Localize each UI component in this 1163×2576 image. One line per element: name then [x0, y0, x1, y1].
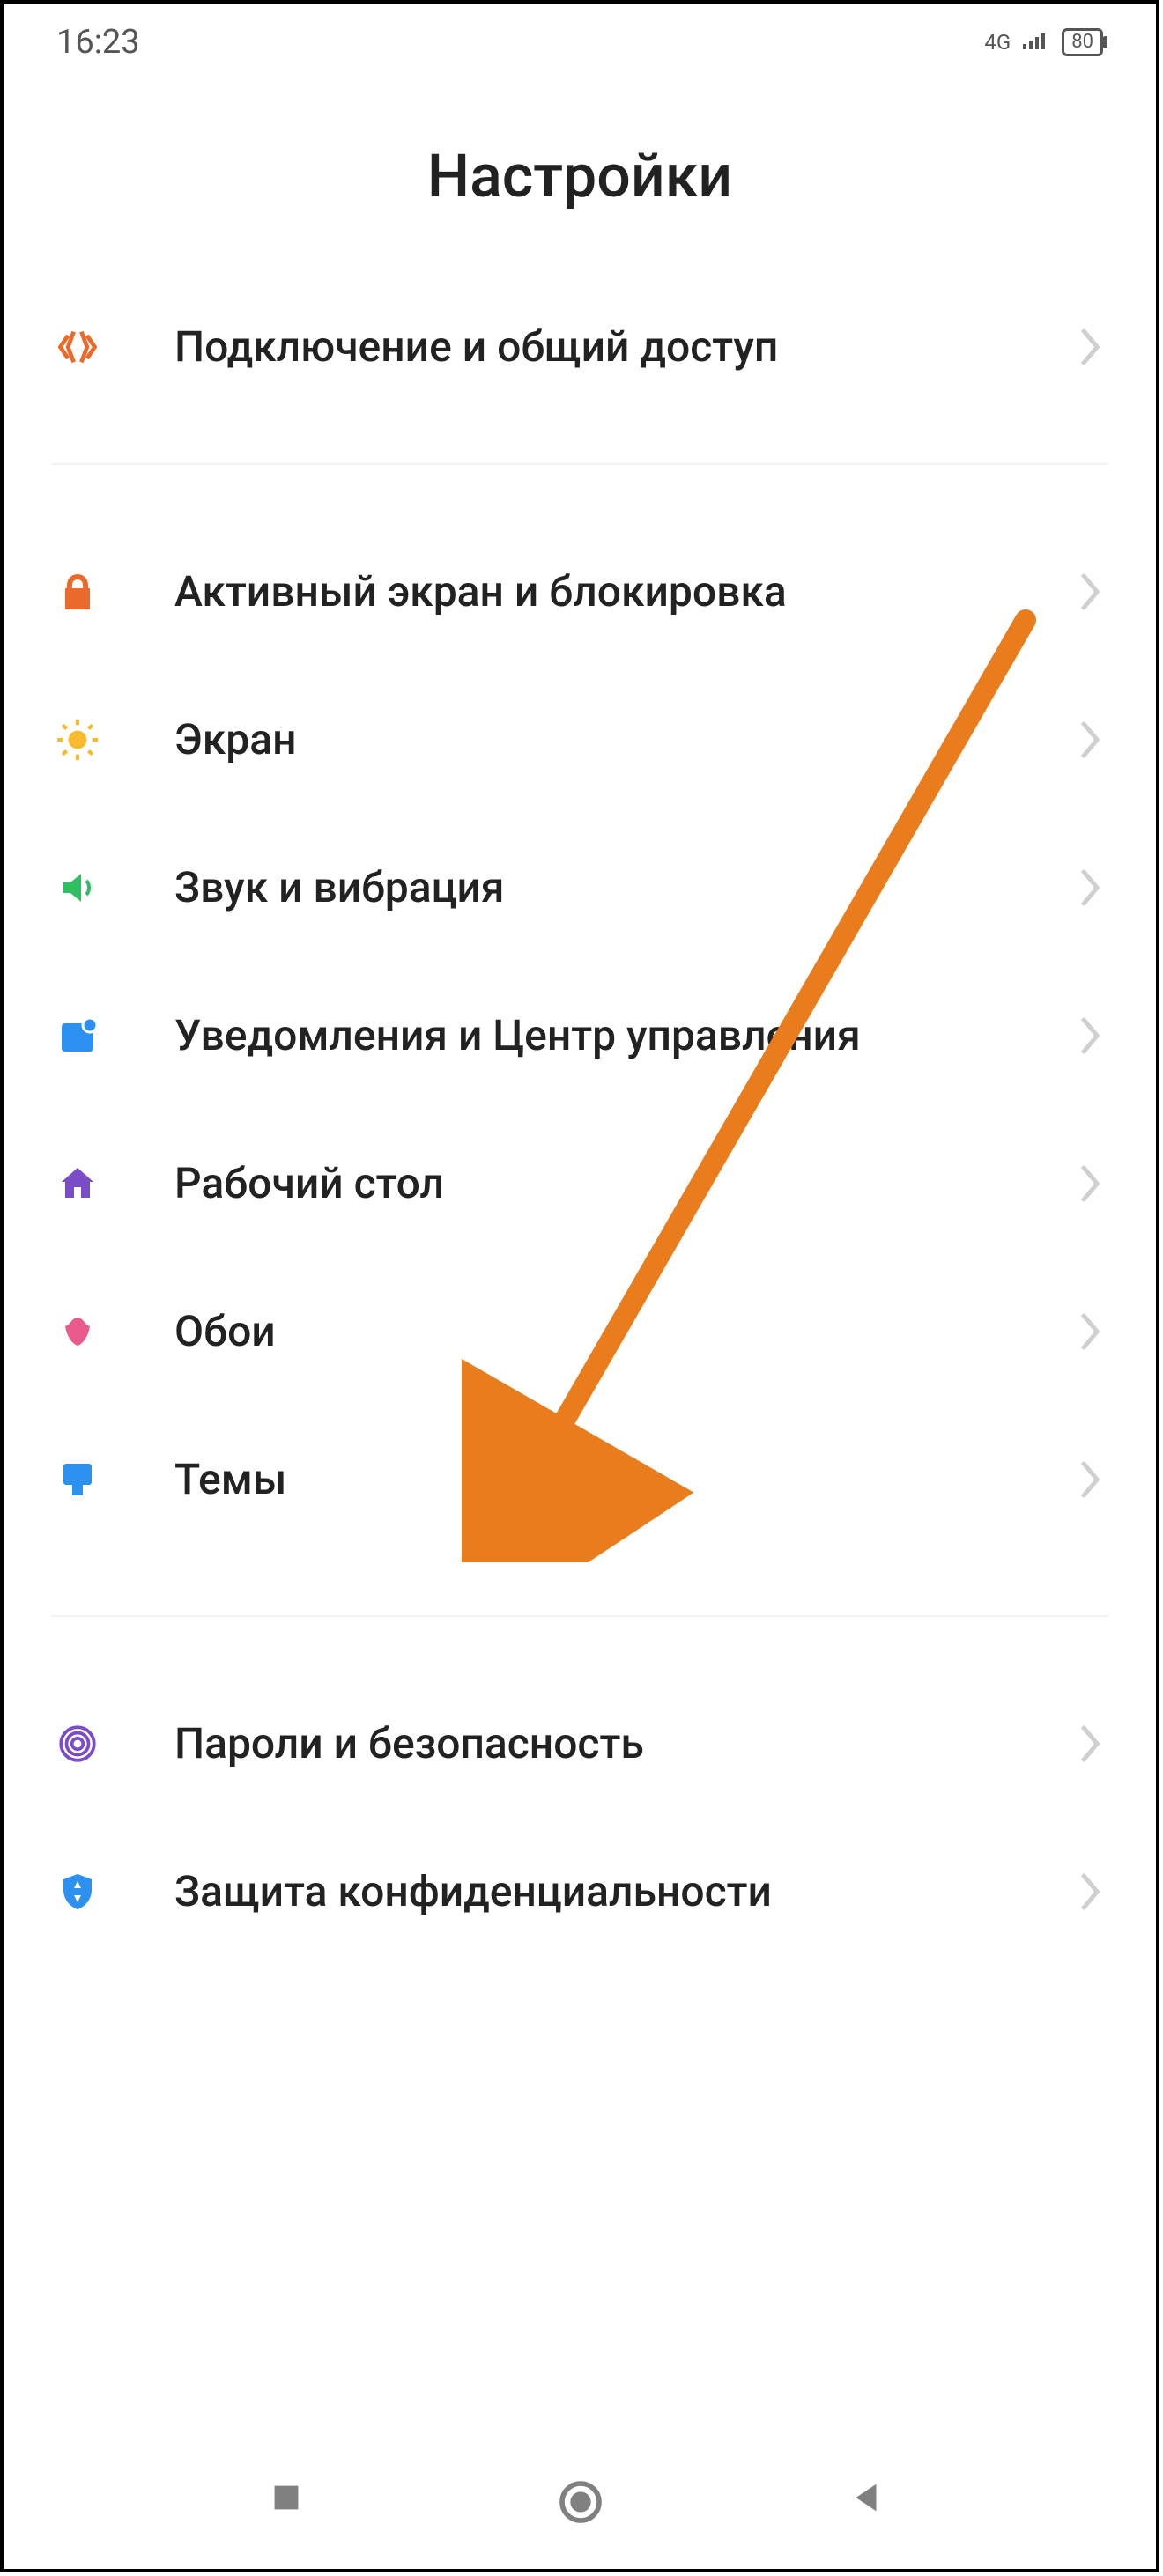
row-home-screen[interactable]: Рабочий стол	[51, 1110, 1108, 1258]
row-label: Уведомления и Центр управления	[174, 1009, 1077, 1062]
shield-icon	[51, 1865, 104, 1918]
row-label: Обои	[174, 1305, 1077, 1358]
home-icon	[51, 1157, 104, 1210]
chevron-right-icon	[1077, 1459, 1108, 1500]
signal-icon	[1023, 30, 1049, 55]
row-security[interactable]: Пароли и безопасность	[51, 1670, 1108, 1818]
row-wallpaper[interactable]: Обои	[51, 1258, 1108, 1406]
row-privacy[interactable]: Защита конфиденциальности	[51, 1818, 1108, 1966]
theme-icon	[51, 1453, 104, 1506]
row-notifications[interactable]: Уведомления и Центр управления	[51, 962, 1108, 1110]
nav-home-button[interactable]	[556, 2477, 604, 2525]
android-navbar	[4, 2451, 1156, 2551]
chevron-right-icon	[1077, 1311, 1108, 1352]
wallpaper-icon	[51, 1305, 104, 1358]
battery-indicator: 80	[1062, 28, 1103, 56]
row-label: Темы	[174, 1453, 1077, 1506]
row-themes[interactable]: Темы	[51, 1406, 1108, 1554]
nav-recent-button[interactable]	[266, 2477, 314, 2525]
network-indicator: 4G	[984, 30, 1011, 55]
sound-icon	[51, 861, 104, 914]
chevron-right-icon	[1077, 1871, 1108, 1912]
row-label: Рабочий стол	[174, 1157, 1077, 1210]
row-sound[interactable]: Звук и вибрация	[51, 814, 1108, 962]
row-label: Активный экран и блокировка	[174, 565, 1077, 618]
row-display[interactable]: Экран	[51, 666, 1108, 814]
status-time: 16:23	[56, 23, 140, 62]
chevron-right-icon	[1077, 720, 1108, 760]
chevron-right-icon	[1077, 1723, 1108, 1764]
lock-icon	[51, 565, 104, 618]
status-bar: 16:23 4G 80	[4, 4, 1156, 62]
divider	[51, 463, 1108, 465]
chevron-right-icon	[1077, 1015, 1108, 1056]
brightness-icon	[51, 713, 104, 766]
page-title: Настройки	[4, 141, 1156, 211]
row-connection-sharing[interactable]: Подключение и общий доступ	[51, 273, 1108, 421]
chevron-right-icon	[1077, 1163, 1108, 1204]
row-label: Экран	[174, 713, 1077, 766]
divider	[51, 1615, 1108, 1617]
share-icon	[51, 321, 104, 373]
chevron-right-icon	[1077, 327, 1108, 367]
chevron-right-icon	[1077, 867, 1108, 908]
row-lockscreen[interactable]: Активный экран и блокировка	[51, 518, 1108, 666]
row-label: Звук и вибрация	[174, 861, 1077, 914]
fingerprint-icon	[51, 1717, 104, 1770]
row-label: Подключение и общий доступ	[174, 321, 1077, 373]
row-label: Пароли и безопасность	[174, 1717, 1077, 1770]
chevron-right-icon	[1077, 572, 1108, 612]
notification-icon	[51, 1009, 104, 1062]
settings-list: Подключение и общий доступ Активный экра…	[4, 273, 1156, 1966]
nav-back-button[interactable]	[846, 2477, 893, 2525]
row-label: Защита конфиденциальности	[174, 1865, 1077, 1918]
